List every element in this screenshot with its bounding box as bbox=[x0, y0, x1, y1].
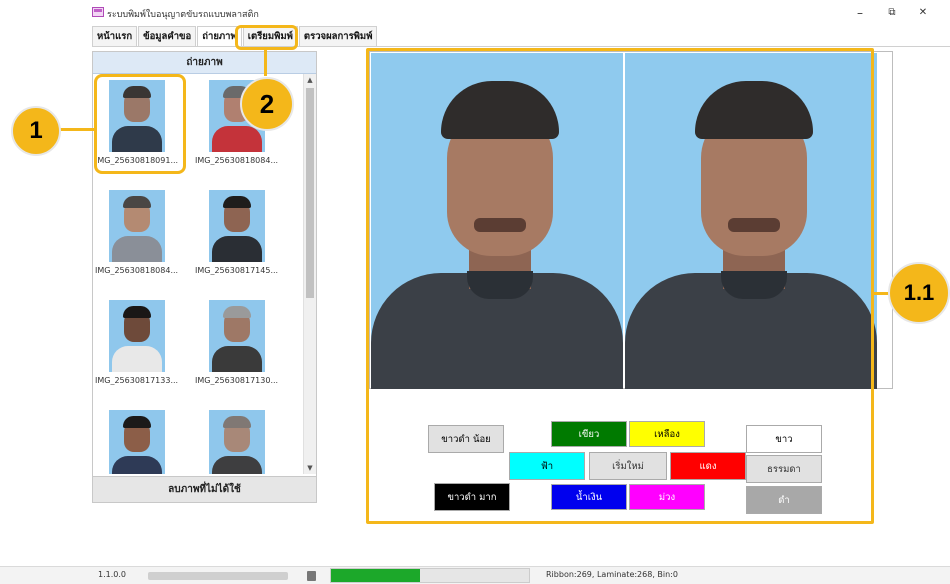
highlight-preview-area bbox=[366, 48, 874, 524]
title-bar: ระบบพิมพ์ใบอนุญาตขับรถแบบพลาสติก – ⧉ ✕ bbox=[0, 0, 950, 26]
badge-2-connector bbox=[264, 50, 267, 76]
thumbnail-photo bbox=[209, 190, 265, 262]
delete-unused-photos-button[interactable]: ลบภาพที่ไม่ได้ใช้ bbox=[93, 476, 316, 502]
thumbnail-item[interactable] bbox=[195, 406, 287, 474]
thumbnail-item[interactable] bbox=[95, 406, 187, 474]
highlight-prepare-tab bbox=[235, 25, 298, 50]
blurred-status-text bbox=[148, 572, 288, 580]
app-window: { "window": { "title": "ระบบพิมพ์ใบอนุญา… bbox=[0, 0, 950, 584]
window-title: ระบบพิมพ์ใบอนุญาตขับรถแบบพลาสติก bbox=[107, 10, 259, 20]
scroll-thumb[interactable] bbox=[306, 88, 314, 298]
restore-button[interactable]: ⧉ bbox=[884, 6, 900, 20]
highlight-thumbnail bbox=[94, 74, 186, 174]
thumbnail-item[interactable]: IMG_25630817130... bbox=[195, 296, 287, 396]
thumbnail-scrollbar[interactable]: ▲ ▼ bbox=[303, 74, 316, 474]
thumbnail-item[interactable]: IMG_25630818084... bbox=[95, 186, 187, 286]
thumbnail-caption: IMG_25630817130... bbox=[195, 376, 279, 385]
thumbnail-photo bbox=[109, 410, 165, 474]
thumbnail-caption: IMG_25630818084... bbox=[95, 266, 179, 275]
minimize-button[interactable]: – bbox=[852, 6, 868, 20]
scroll-up-icon[interactable]: ▲ bbox=[304, 74, 316, 86]
thumbnail-photo bbox=[209, 300, 265, 372]
annotation-badge-1: 1 bbox=[11, 106, 61, 156]
annotation-badge-1-1: 1.1 bbox=[888, 262, 950, 324]
printer-icon bbox=[307, 571, 316, 581]
thumbnail-caption: IMG_25630817133... bbox=[95, 376, 179, 385]
version-label: 1.1.0.0 bbox=[98, 570, 126, 579]
status-progress-bar bbox=[330, 568, 530, 583]
badge-1-connector bbox=[60, 128, 96, 131]
photo-panel-header: ถ่ายภาพ bbox=[93, 52, 316, 74]
thumbnail-item[interactable]: IMG_25630817145... bbox=[195, 186, 287, 286]
annotation-badge-2: 2 bbox=[240, 77, 294, 131]
thumbnail-caption: IMG_25630817145... bbox=[195, 266, 279, 275]
app-icon bbox=[92, 7, 104, 17]
scroll-down-icon[interactable]: ▼ bbox=[304, 462, 316, 474]
thumbnail-photo bbox=[209, 410, 265, 474]
thumbnail-caption: IMG_25630818084... bbox=[195, 156, 279, 165]
thumbnail-photo bbox=[109, 190, 165, 262]
thumbnail-photo bbox=[109, 300, 165, 372]
thumbnail-item[interactable]: IMG_25630817133... bbox=[95, 296, 187, 396]
tab-divider bbox=[92, 46, 950, 47]
close-button[interactable]: ✕ bbox=[915, 6, 931, 20]
ribbon-info: Ribbon:269, Laminate:268, Bin:0 bbox=[546, 570, 678, 579]
tab-print-check[interactable]: ตรวจผลการพิมพ์ bbox=[298, 26, 378, 47]
progress-fill bbox=[331, 569, 421, 582]
status-bar: 1.1.0.0 Ribbon:269, Laminate:268, Bin:0 bbox=[0, 566, 950, 584]
tab-home[interactable]: หน้าแรก bbox=[92, 26, 138, 47]
tab-request-info[interactable]: ข้อมูลคำขอ bbox=[138, 26, 197, 47]
